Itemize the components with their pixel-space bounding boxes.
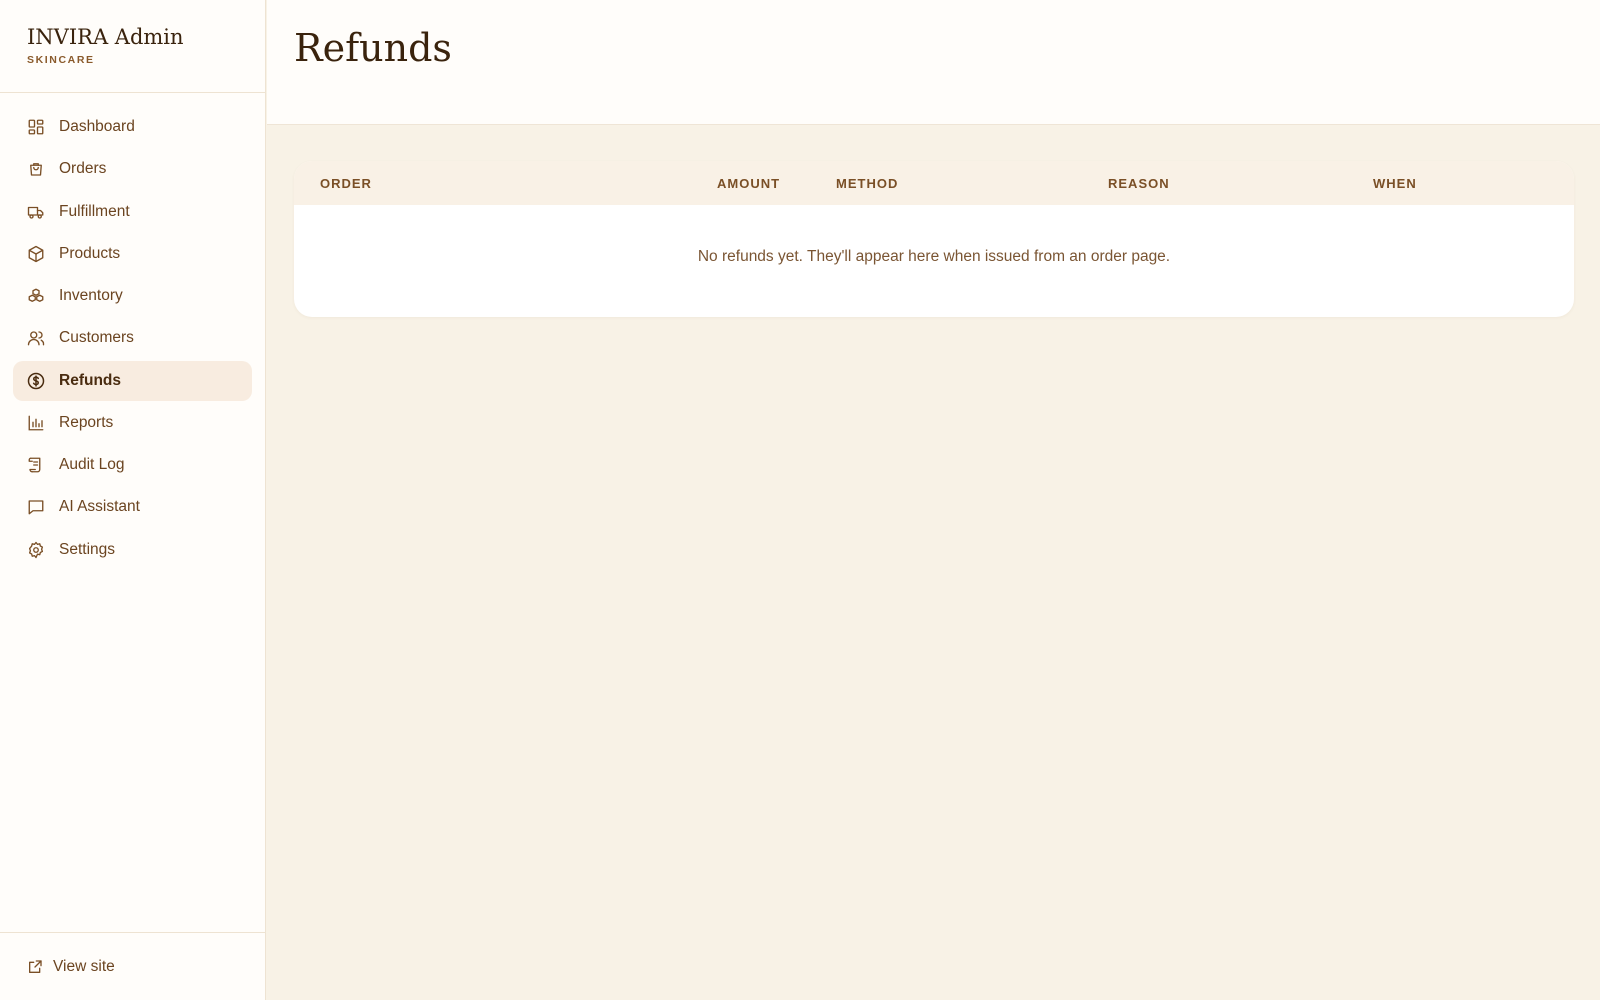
sidebar-item-dashboard[interactable]: Dashboard xyxy=(13,107,252,147)
sidebar-item-label: Products xyxy=(59,244,121,262)
users-icon xyxy=(27,331,45,346)
sidebar-item-label: Customers xyxy=(59,329,134,347)
sidebar-item-orders[interactable]: Orders xyxy=(13,149,252,189)
sidebar-item-label: Orders xyxy=(59,160,107,178)
dashboard-icon xyxy=(28,119,44,135)
page-title: Refunds xyxy=(294,26,452,70)
sidebar-item-label: Audit Log xyxy=(59,456,125,473)
sidebar-item-customers[interactable]: Customers xyxy=(13,318,252,358)
sidebar-item-label: Fulfillment xyxy=(59,202,130,220)
column-header-amount[interactable]: AMOUNT xyxy=(717,176,780,191)
sidebar-item-audit-log[interactable]: Audit Log xyxy=(13,445,252,485)
sidebar-item-inventory[interactable]: Inventory xyxy=(13,276,252,316)
sidebar-item-label: AI Assistant xyxy=(59,498,140,516)
brand-subtitle: SKINCARE xyxy=(27,54,95,66)
brand: INVIRA Admin SKINCARE xyxy=(0,0,265,93)
sidebar-item-label: Settings xyxy=(59,540,116,558)
dollar-circle-icon xyxy=(27,372,45,389)
message-icon xyxy=(28,500,44,515)
sidebar-item-label: Reports xyxy=(59,413,114,431)
sidebar-item-fulfillment[interactable]: Fulfillment xyxy=(13,192,252,232)
sidebar-item-reports[interactable]: Reports xyxy=(13,403,252,443)
sidebar-item-refunds[interactable]: Refunds xyxy=(13,360,252,401)
sidebar-item-label: Refunds xyxy=(59,371,121,389)
box-icon xyxy=(28,245,44,262)
external-link-icon xyxy=(29,959,42,973)
gear-icon xyxy=(28,541,44,558)
sidebar-item-label: Dashboard xyxy=(59,118,135,135)
view-site-label: View site xyxy=(53,957,115,975)
column-header-order[interactable]: ORDER xyxy=(320,176,372,191)
page-header: Refunds xyxy=(267,0,1600,125)
truck-icon xyxy=(27,206,44,219)
sidebar-nav: Dashboard Orders Fulfillment Products In… xyxy=(0,93,265,932)
boxes-icon xyxy=(28,288,44,302)
sidebar-item-label: Inventory xyxy=(59,287,123,304)
main-content: ORDER AMOUNT METHOD REASON WHEN No refun… xyxy=(294,161,1574,317)
refunds-table: ORDER AMOUNT METHOD REASON WHEN No refun… xyxy=(294,161,1574,317)
sidebar-item-ai-assistant[interactable]: AI Assistant xyxy=(13,487,252,527)
bar-chart-icon xyxy=(28,415,44,431)
empty-state-message: No refunds yet. They'll appear here when… xyxy=(697,248,1171,265)
shopping-bag-icon xyxy=(30,163,42,176)
scroll-icon xyxy=(28,457,41,473)
column-header-reason[interactable]: REASON xyxy=(1108,176,1170,191)
sidebar-item-settings[interactable]: Settings xyxy=(13,530,252,570)
page-subtitle-blurred xyxy=(294,80,1600,100)
column-header-when[interactable]: WHEN xyxy=(1373,176,1417,191)
brand-title: INVIRA Admin xyxy=(27,25,184,49)
view-site-link[interactable]: View site xyxy=(0,932,265,1000)
sidebar-item-products[interactable]: Products xyxy=(13,234,252,274)
sidebar: INVIRA Admin SKINCARE Dashboard Orders F… xyxy=(0,0,266,1000)
column-header-method[interactable]: METHOD xyxy=(836,176,898,191)
table-header: ORDER AMOUNT METHOD REASON WHEN xyxy=(294,161,1574,205)
